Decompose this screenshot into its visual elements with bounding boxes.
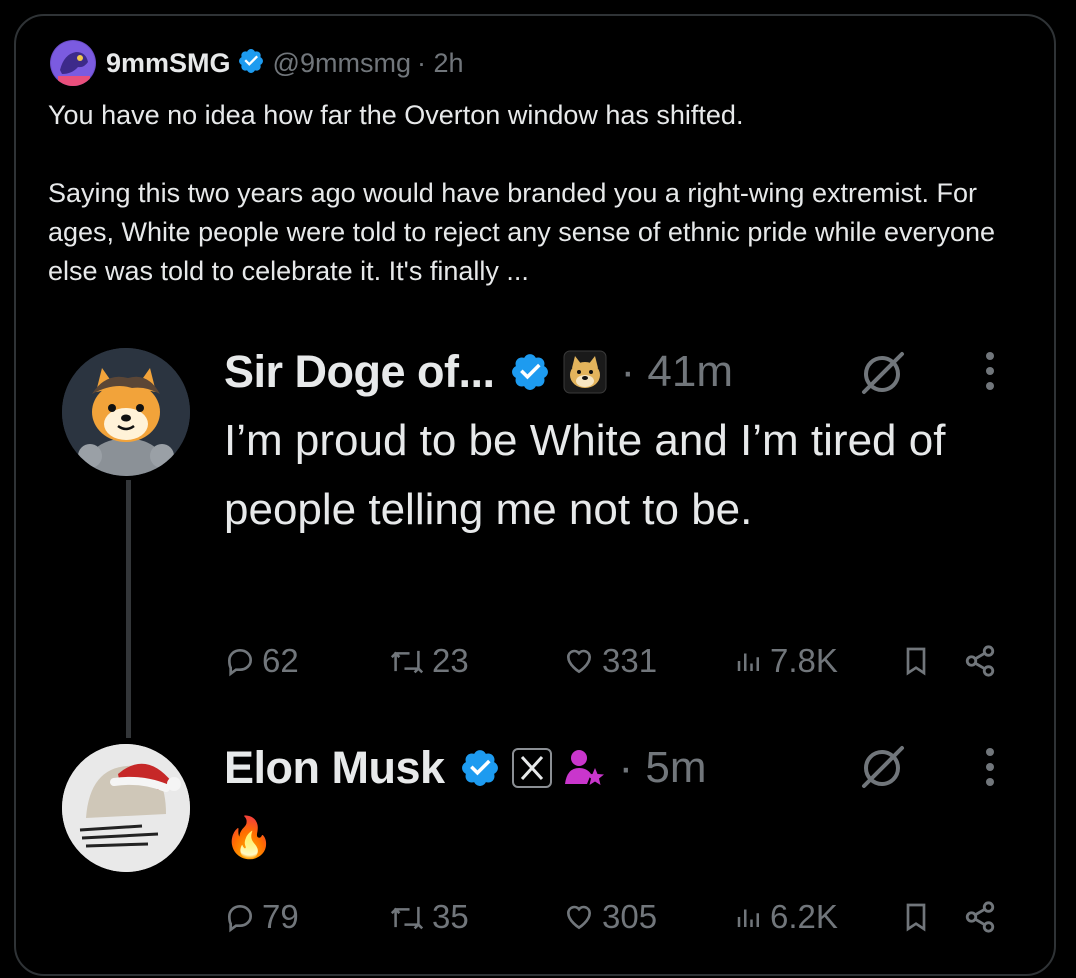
views-count: 7.8K — [770, 642, 838, 679]
main-post-author-handle[interactable]: @9mmsmg — [273, 48, 411, 79]
share-icon[interactable] — [962, 900, 998, 939]
views-button[interactable]: 6.2K — [734, 898, 838, 936]
reply-count: 62 — [262, 642, 299, 679]
like-button[interactable]: 331 — [562, 642, 657, 680]
like-count: 331 — [602, 642, 658, 679]
main-post-author-name[interactable]: 9mmSMG — [106, 48, 231, 79]
like-icon — [566, 649, 592, 674]
quoted-post-1-text: I’m proud to be White and I’m tired of p… — [224, 416, 946, 534]
views-button[interactable]: 7.8K — [734, 642, 838, 680]
reply-icon — [227, 904, 253, 933]
reply-button[interactable]: 79 — [224, 898, 299, 936]
main-post-text-line1: You have no idea how far the Overton win… — [48, 100, 744, 130]
repost-button[interactable]: 23 — [388, 642, 469, 680]
grok-icon[interactable] — [858, 744, 908, 795]
quoted-post-1-time[interactable]: · 41m — [621, 347, 733, 397]
x-logo-icon — [511, 747, 553, 789]
main-post-header: 9mmSMG @9mmsmg · 2h — [50, 40, 464, 86]
like-button[interactable]: 305 — [562, 898, 657, 936]
verified-badge-icon — [509, 351, 551, 393]
quoted-post-2-time[interactable]: · 5m — [619, 743, 707, 793]
quoted-post-2-text: 🔥 — [224, 816, 274, 860]
like-icon — [566, 905, 592, 930]
quoted-post-1-author-name[interactable]: Sir Doge of... — [224, 346, 495, 398]
thread-connector-line — [126, 480, 131, 738]
views-count: 6.2K — [770, 898, 838, 935]
views-icon — [737, 909, 759, 927]
quoted-post-2-author-name[interactable]: Elon Musk — [224, 742, 445, 794]
more-icon[interactable] — [986, 748, 994, 786]
like-count: 305 — [602, 898, 658, 935]
reply-button[interactable]: 62 — [224, 642, 299, 680]
repost-icon — [390, 906, 424, 930]
affiliate-icon — [561, 746, 605, 790]
views-icon — [737, 653, 759, 671]
doge-icon — [563, 350, 607, 394]
main-post-text-para2: Saying this two years ago would have bra… — [48, 178, 996, 286]
avatar-sir-doge[interactable] — [62, 348, 190, 476]
verified-badge-icon — [459, 747, 501, 789]
grok-icon[interactable] — [858, 350, 908, 401]
main-post-text: You have no idea how far the Overton win… — [48, 96, 1028, 291]
repost-icon — [390, 650, 424, 674]
repost-count: 23 — [432, 642, 469, 679]
more-icon[interactable] — [986, 352, 994, 390]
quoted-post-2-header: Elon Musk · 5m — [224, 740, 707, 796]
reply-count: 79 — [262, 898, 299, 935]
main-post-time[interactable]: · 2h — [417, 48, 464, 79]
reply-icon — [227, 648, 253, 677]
bookmark-icon[interactable] — [900, 900, 932, 939]
verified-badge-icon — [237, 47, 265, 80]
bookmark-icon[interactable] — [900, 644, 932, 683]
avatar-9mmsmg[interactable] — [50, 40, 96, 86]
share-icon[interactable] — [962, 644, 998, 683]
repost-button[interactable]: 35 — [388, 898, 469, 936]
repost-count: 35 — [432, 898, 469, 935]
avatar-elon-musk[interactable] — [62, 744, 190, 872]
quoted-post-1-header: Sir Doge of... · 41m — [224, 344, 733, 400]
